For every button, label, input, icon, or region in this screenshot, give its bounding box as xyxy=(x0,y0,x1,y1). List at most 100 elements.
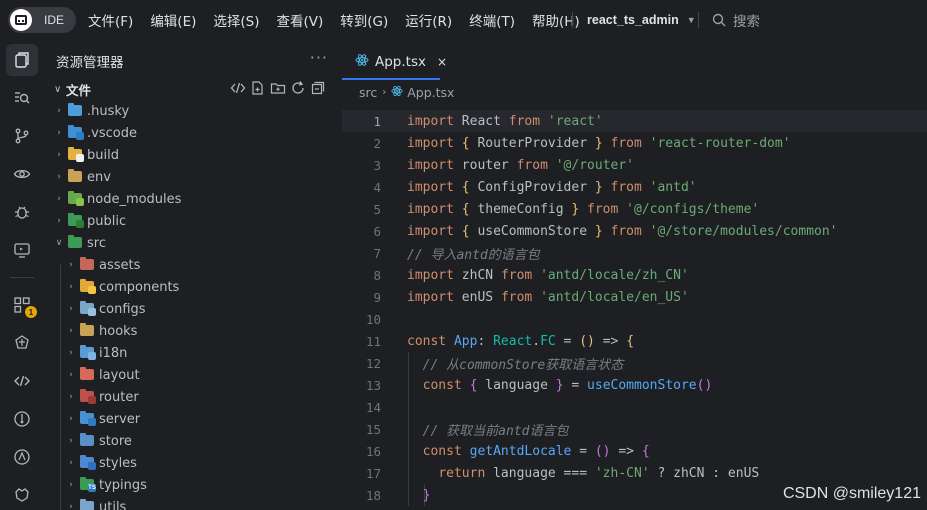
menu-file[interactable]: 文件(F) xyxy=(88,10,133,30)
code-line: 2 import { RouterProvider } from 'react-r… xyxy=(342,132,927,154)
files-section-label: 文件 xyxy=(66,82,92,98)
tree-item-i18n[interactable]: › i18n xyxy=(44,342,342,364)
tree-item-components[interactable]: › components xyxy=(44,276,342,298)
activity-git[interactable] xyxy=(6,403,38,435)
line-number: 13 xyxy=(365,377,381,393)
tree-item-server[interactable]: › server xyxy=(44,408,342,430)
folder-icon: TS xyxy=(80,477,96,492)
folder-icon xyxy=(68,103,82,117)
git-icon xyxy=(14,411,30,427)
global-search[interactable]: 搜索 xyxy=(712,0,760,40)
chevron-right-icon: › xyxy=(69,326,73,336)
tree-item-layout[interactable]: › layout xyxy=(44,364,342,386)
chevron-right-icon: › xyxy=(69,436,73,446)
tree-item-label: build xyxy=(87,147,119,163)
tree-item-vscode[interactable]: › .vscode xyxy=(44,122,342,144)
tree-item-src[interactable]: ∨ src xyxy=(44,232,342,254)
tree-item-store[interactable]: › store xyxy=(44,430,342,452)
menu-edit[interactable]: 编辑(E) xyxy=(150,10,196,30)
activity-settings[interactable] xyxy=(6,479,38,510)
tree-item-node-modules[interactable]: › node_modules xyxy=(44,188,342,210)
tree-item-styles[interactable]: › styles xyxy=(44,452,342,474)
code-line: 14 xyxy=(342,396,927,418)
tree-item-router[interactable]: › router xyxy=(44,386,342,408)
tree-item-env[interactable]: › env xyxy=(44,166,342,188)
chevron-right-icon: › xyxy=(69,348,73,358)
tree-item-public[interactable]: › public xyxy=(44,210,342,232)
tree-item-label: i18n xyxy=(99,345,128,361)
chevron-right-icon: › xyxy=(57,194,61,204)
menu-terminal[interactable]: 终端(T) xyxy=(469,10,515,30)
extensions-badge: 1 xyxy=(25,306,37,318)
plugin-icon xyxy=(15,335,29,349)
tree-item-label: public xyxy=(87,213,127,229)
activity-ai[interactable] xyxy=(6,441,38,473)
search-divider xyxy=(698,12,699,28)
folder-icon xyxy=(80,455,96,470)
activity-code[interactable] xyxy=(6,365,38,397)
search-label: 搜索 xyxy=(733,14,760,30)
folder-icon xyxy=(68,235,82,249)
menu-run[interactable]: 运行(R) xyxy=(405,10,452,30)
new-folder-icon[interactable] xyxy=(270,80,286,96)
tree-item-label: env xyxy=(87,169,111,185)
line-number: 5 xyxy=(373,201,381,217)
tree-item-husky[interactable]: › .husky xyxy=(44,100,342,122)
ide-logo[interactable]: IDE xyxy=(8,7,76,33)
activity-watch[interactable] xyxy=(6,158,38,190)
activity-plugin[interactable] xyxy=(6,327,38,359)
tree-item-label: components xyxy=(99,279,180,295)
editor-area: App.tsx × src › App.tsx 1 import React fr… xyxy=(342,40,927,510)
code-line: 5 import { themeConfig } from '@/configs/… xyxy=(342,198,927,220)
search-icon xyxy=(712,13,726,27)
new-file-icon[interactable] xyxy=(250,80,266,96)
project-switcher[interactable]: react_ts_admin ▼ xyxy=(587,0,696,40)
tab-label: App.tsx xyxy=(375,54,426,70)
code-line: 10 xyxy=(342,308,927,330)
menu-selection[interactable]: 选择(S) xyxy=(213,10,259,30)
collapse-all-icon[interactable] xyxy=(310,80,326,96)
line-number: 7 xyxy=(373,245,381,261)
line-number: 14 xyxy=(365,399,381,415)
line-number: 16 xyxy=(365,443,381,459)
chevron-right-icon: › xyxy=(382,86,387,98)
tab-app-tsx[interactable]: App.tsx × xyxy=(342,46,447,80)
files-section-header[interactable]: ∨ 文件 xyxy=(44,78,342,100)
tree-item-label: layout xyxy=(99,367,140,383)
activity-debug[interactable] xyxy=(6,196,38,228)
tree-item-label: typings xyxy=(99,477,147,493)
tree-item-assets[interactable]: › assets xyxy=(44,254,342,276)
collapse-code-icon[interactable] xyxy=(230,80,246,96)
tree-item-label: node_modules xyxy=(87,191,182,207)
breadcrumb-folder[interactable]: src xyxy=(359,85,377,100)
tree-item-label: .husky xyxy=(87,103,130,119)
activity-remote[interactable] xyxy=(6,234,38,266)
close-icon[interactable]: × xyxy=(437,55,447,69)
watch-icon xyxy=(13,169,31,179)
breadcrumb-file[interactable]: App.tsx xyxy=(407,85,454,100)
menu-view[interactable]: 查看(V) xyxy=(277,10,324,30)
folder-icon xyxy=(68,191,84,206)
tree-item-build[interactable]: › build xyxy=(44,144,342,166)
tree-item-label: configs xyxy=(99,301,146,317)
tree-item-label: utils xyxy=(99,499,127,510)
code-line: 6 import { useCommonStore } from '@/store… xyxy=(342,220,927,242)
code-line: 1 import React from 'react' xyxy=(342,110,927,132)
activity-explorer[interactable] xyxy=(6,44,38,76)
activity-source-control[interactable] xyxy=(6,120,38,152)
menu-go[interactable]: 转到(G) xyxy=(340,10,388,30)
folder-icon xyxy=(80,345,96,360)
code-line: 8 import zhCN from 'antd/locale/zh_CN' xyxy=(342,264,927,286)
tree-item-configs[interactable]: › configs xyxy=(44,298,342,320)
activity-extensions[interactable]: 1 xyxy=(6,289,38,321)
folder-icon xyxy=(80,367,94,381)
line-number: 18 xyxy=(365,487,381,503)
tree-item-typings[interactable]: › TS typings xyxy=(44,474,342,496)
activity-search[interactable] xyxy=(6,82,38,114)
line-number: 12 xyxy=(365,355,381,371)
more-actions-icon[interactable]: ··· xyxy=(310,48,328,67)
refresh-icon[interactable] xyxy=(290,80,306,96)
tree-item-utils[interactable]: › utils xyxy=(44,496,342,510)
tree-item-hooks[interactable]: › hooks xyxy=(44,320,342,342)
chevron-right-icon: › xyxy=(69,282,73,292)
